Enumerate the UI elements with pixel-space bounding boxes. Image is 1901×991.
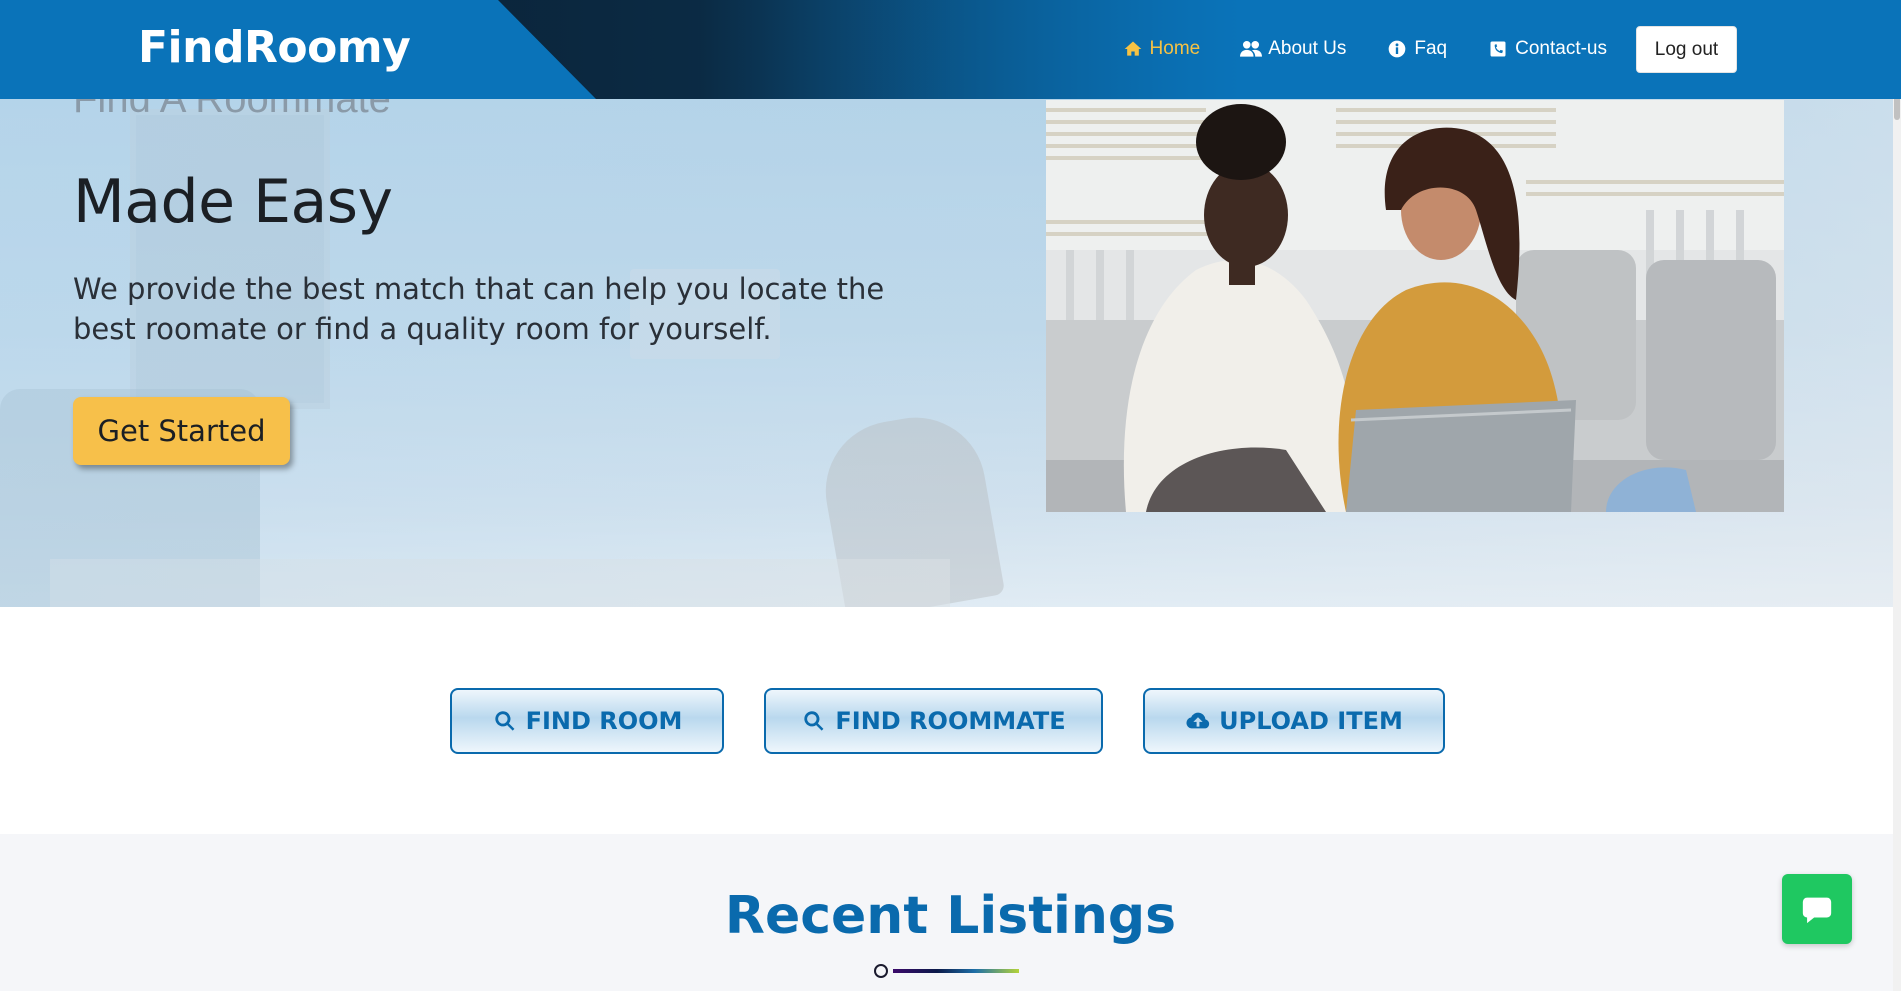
logout-button[interactable]: Log out — [1636, 26, 1737, 73]
find-roommate-label: FIND ROOMMATE — [835, 707, 1066, 735]
nav-item-label: About Us — [1268, 38, 1347, 59]
upload-item-button[interactable]: UPLOAD ITEM — [1143, 688, 1445, 754]
action-buttons-section: FIND ROOM FIND ROOMMATE UPLOAD ITEM — [0, 607, 1901, 834]
hero-section: Find A Roommate Made Easy We provide the… — [0, 99, 1901, 607]
search-icon — [804, 711, 824, 731]
title-divider — [874, 964, 1019, 978]
divider-circle — [874, 964, 888, 978]
nav-item-label: Home — [1149, 38, 1201, 59]
page-scrollbar[interactable] — [1893, 0, 1901, 991]
cloud-upload-icon — [1186, 712, 1210, 729]
nav-links: Home About Us Faq Contact-us — [1122, 38, 1607, 60]
hero-photo-illustration — [1046, 100, 1784, 512]
divider-line — [893, 969, 1019, 973]
get-started-button[interactable]: Get Started — [73, 397, 290, 465]
nav-item-home[interactable]: Home — [1122, 38, 1201, 60]
nav-item-contact[interactable]: Contact-us — [1487, 38, 1607, 60]
hero-kicker: Find A Roommate — [73, 99, 391, 121]
nav-item-label: Faq — [1414, 38, 1448, 59]
hero-description: We provide the best match that can help … — [73, 272, 885, 346]
nav-item-about[interactable]: About Us — [1240, 38, 1346, 60]
info-icon — [1389, 40, 1406, 58]
contact-icon — [1490, 41, 1506, 57]
find-room-button[interactable]: FIND ROOM — [450, 688, 724, 754]
search-icon — [494, 711, 514, 731]
hero-photo-two-women-laptop — [1046, 100, 1784, 512]
upload-item-label: UPLOAD ITEM — [1219, 707, 1403, 735]
brand-logo[interactable]: FindRoomy — [138, 22, 411, 73]
find-roommate-button[interactable]: FIND ROOMMATE — [764, 688, 1103, 754]
hero-title: Made Easy — [73, 167, 393, 237]
recent-listings-title: Recent Listings — [724, 886, 1177, 946]
users-icon — [1240, 40, 1263, 57]
recent-listings-section: Recent Listings — [0, 834, 1901, 991]
chat-button[interactable] — [1782, 874, 1852, 944]
navbar: FindRoomy Home About Us Faq Contact-us L… — [0, 0, 1901, 99]
find-room-label: FIND ROOM — [525, 707, 683, 735]
chat-icon — [1802, 897, 1832, 924]
nav-item-label: Contact-us — [1515, 38, 1607, 59]
home-icon — [1124, 41, 1141, 56]
nav-item-faq[interactable]: Faq — [1386, 38, 1447, 60]
